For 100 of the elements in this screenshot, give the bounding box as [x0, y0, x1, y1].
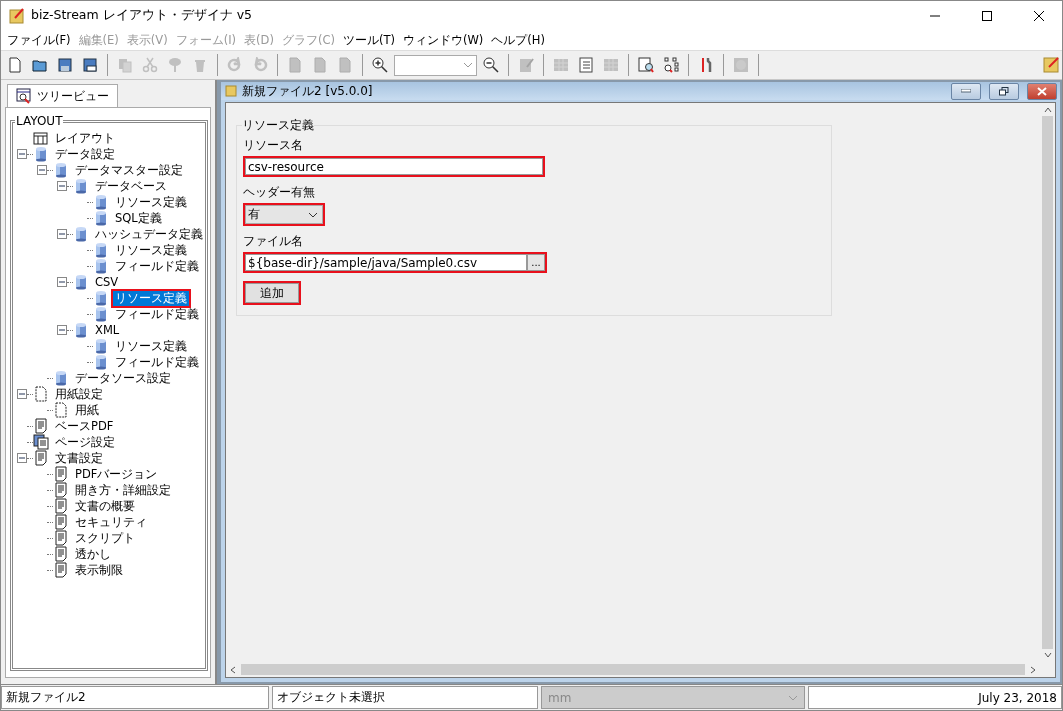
menu-item[interactable]: ウィンドウ(W): [398, 32, 488, 48]
minimize-icon[interactable]: [961, 89, 971, 93]
collapse-icon[interactable]: [57, 325, 67, 335]
tree-item[interactable]: フィールド定義: [113, 306, 201, 322]
document-title: 新規ファイル2 [v5.0.0]: [242, 82, 374, 100]
tree-item[interactable]: ページ設定: [53, 434, 117, 450]
tree-search-icon[interactable]: [663, 57, 679, 73]
page-icon: [53, 402, 69, 418]
cylinder-icon: [93, 242, 109, 258]
maximize-icon[interactable]: [982, 10, 992, 21]
chevron-down-icon[interactable]: [308, 211, 318, 218]
header-select[interactable]: 有: [245, 205, 323, 224]
tree-item[interactable]: 開き方・詳細設定: [73, 482, 173, 498]
status-selection: オブジェクト未選択: [272, 686, 538, 709]
tree-item[interactable]: リソース定義: [113, 242, 189, 258]
menu-item[interactable]: ツール(T): [338, 32, 399, 48]
cylinder-icon: [93, 306, 109, 322]
folder-icon[interactable]: [32, 57, 48, 73]
zoom-select[interactable]: [394, 54, 477, 76]
field-label: リソース名: [243, 137, 304, 154]
app-icon: [9, 7, 25, 24]
group-title: LAYOUT: [15, 114, 64, 128]
collapse-icon[interactable]: [17, 453, 27, 463]
zoom-in-icon[interactable]: [372, 57, 388, 73]
magnifier-icon: [16, 88, 32, 104]
tree-item[interactable]: ベースPDF: [53, 418, 116, 434]
zoom-out-icon[interactable]: [483, 57, 499, 73]
collapse-icon[interactable]: [17, 149, 27, 159]
restore-button[interactable]: [989, 82, 1019, 100]
tree-item[interactable]: リソース定義: [113, 338, 189, 354]
tree-item[interactable]: CSV: [93, 275, 121, 289]
cylinder-icon: [53, 162, 69, 178]
documents-icon: [33, 434, 49, 450]
menu-item[interactable]: ファイル(F): [3, 32, 75, 48]
cylinder-icon: [93, 290, 109, 306]
tree-item[interactable]: 表示制限: [73, 562, 125, 578]
cylinder-icon: [93, 258, 109, 274]
tree-item[interactable]: フィールド定義: [113, 258, 201, 274]
tree-item[interactable]: データベース: [93, 178, 169, 194]
tree-item[interactable]: PDFバージョン: [73, 466, 160, 482]
close-icon[interactable]: [1034, 10, 1044, 21]
cylinder-icon: [33, 146, 49, 162]
page-icon[interactable]: [7, 57, 23, 73]
tree-item[interactable]: リソース定義: [113, 194, 189, 210]
close-button[interactable]: [1027, 82, 1057, 100]
cylinder-icon: [73, 274, 89, 290]
restore-icon[interactable]: [999, 86, 1009, 96]
tree-item[interactable]: データマスター設定: [73, 162, 185, 178]
status-file-name: 新規ファイル2: [1, 686, 269, 709]
browse-button[interactable]: ...: [527, 254, 545, 271]
cylinder-icon: [73, 226, 89, 242]
tree-view-tab[interactable]: ツリービュー: [7, 84, 118, 107]
tree-item[interactable]: セキュリティ: [73, 514, 149, 530]
chevron-down-icon[interactable]: [1043, 651, 1052, 659]
app-icon[interactable]: [1043, 57, 1059, 73]
magnifier-icon[interactable]: [638, 57, 654, 73]
window-title: biz-Stream レイアウト・デザイナ v5: [31, 7, 253, 24]
tree-item[interactable]: XML: [93, 323, 122, 337]
horizontal-scrollbar[interactable]: [226, 662, 1040, 677]
tree-item[interactable]: レイアウト: [53, 130, 117, 146]
menu-item[interactable]: ヘルプ(H): [487, 32, 549, 48]
page-icon: [33, 386, 49, 402]
collapse-icon[interactable]: [17, 389, 27, 399]
collapse-icon[interactable]: [37, 165, 47, 175]
tree-item[interactable]: スクリプト: [73, 530, 137, 546]
field-label: ヘッダー有無: [243, 184, 316, 201]
chevron-left-icon[interactable]: [229, 665, 237, 674]
minimize-button[interactable]: [951, 82, 981, 100]
tree-item[interactable]: 透かし: [73, 546, 113, 562]
grid-icon: [33, 130, 49, 146]
tree-item[interactable]: 文書設定: [53, 450, 105, 466]
text-icon[interactable]: [578, 57, 594, 73]
resource-name-field[interactable]: csv-resource: [245, 158, 543, 175]
tree-item[interactable]: 用紙設定: [53, 386, 105, 402]
collapse-icon[interactable]: [57, 277, 67, 287]
chevron-right-icon[interactable]: [1029, 665, 1037, 674]
group-title: リソース定義: [242, 117, 314, 134]
cylinder-icon: [53, 370, 69, 386]
tree-item[interactable]: ハッシュデータ定義: [93, 226, 205, 242]
tree-item[interactable]: フィールド定義: [113, 354, 201, 370]
collapse-icon[interactable]: [57, 181, 67, 191]
tree-item[interactable]: データ設定: [53, 146, 117, 162]
file-name-field[interactable]: ${base-dir}/sample/java/Sample0.csv: [245, 254, 527, 271]
cylinder-icon: [73, 322, 89, 338]
chevron-up-icon[interactable]: [1043, 106, 1052, 114]
cylinder-icon: [93, 338, 109, 354]
tree-item[interactable]: データソース設定: [73, 370, 173, 386]
vertical-scrollbar[interactable]: [1040, 103, 1055, 677]
cylinder-icon: [93, 354, 109, 370]
tree-item[interactable]: SQL定義: [113, 210, 164, 226]
cylinder-icon: [93, 210, 109, 226]
cylinder-icon: [93, 194, 109, 210]
select-value: 有: [248, 206, 260, 223]
tree-item[interactable]: 用紙: [73, 402, 101, 418]
select-value: mm: [548, 690, 572, 705]
field-label: ファイル名: [243, 233, 304, 250]
tree-item[interactable]: 文書の概要: [73, 498, 137, 514]
tree-item[interactable]: リソース定義: [113, 290, 189, 306]
add-button[interactable]: 追加: [245, 283, 299, 303]
collapse-icon[interactable]: [57, 229, 67, 239]
